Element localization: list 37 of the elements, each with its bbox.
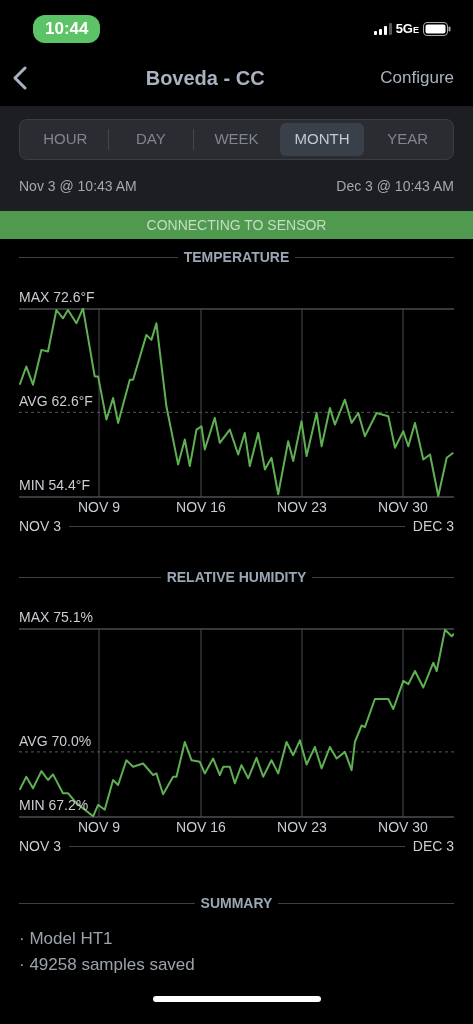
screen-title: Boveda - CC — [145, 66, 265, 91]
x-axis-label: NOV 23 — [277, 500, 327, 514]
period-tab[interactable]: HOUR — [23, 123, 108, 156]
x-axis-label: NOV 30 — [378, 820, 428, 834]
status-banner: CONNECTING TO SENSOR — [0, 211, 473, 239]
range-end-label: DEC 3 — [412, 519, 454, 533]
section-title: SUMMARY — [200, 894, 273, 913]
period-tab[interactable]: DAY — [108, 123, 194, 156]
avg-label: AVG 62.6°F — [19, 394, 93, 409]
section-title: TEMPERATURE — [183, 248, 290, 267]
period-tab[interactable]: MONTH — [279, 123, 365, 156]
configure-button[interactable]: Configure — [380, 65, 454, 91]
status-time: 10:44 — [33, 15, 101, 43]
range-start-label: NOV 3 — [19, 839, 61, 853]
max-label: MAX 72.6°F — [19, 290, 95, 304]
max-label: MAX 75.1% — [19, 610, 93, 624]
x-axis-label: NOV 9 — [78, 820, 120, 834]
x-axis-label: NOV 16 — [176, 820, 226, 834]
x-axis-label: NOV 23 — [277, 820, 327, 834]
range-end: Dec 3 @ 10:43 AM — [336, 177, 454, 196]
x-axis-label: NOV 30 — [378, 500, 428, 514]
section-title: RELATIVE HUMIDITY — [166, 568, 307, 587]
min-label: MIN 54.4°F — [19, 478, 90, 492]
period-tab[interactable]: WEEK — [194, 123, 279, 156]
battery-icon — [423, 22, 451, 36]
period-tab[interactable]: YEAR — [365, 123, 450, 156]
back-icon — [13, 66, 27, 91]
network-label: 5GE — [395, 20, 419, 39]
x-axis-label: NOV 9 — [78, 500, 120, 514]
summary-item: · 49258 samples saved — [19, 954, 196, 976]
avg-label: AVG 70.0% — [19, 733, 92, 748]
range-end-label: DEC 3 — [412, 839, 454, 853]
range-start-label: NOV 3 — [19, 519, 61, 533]
range-start: Nov 3 @ 10:43 AM — [19, 177, 137, 196]
summary-item: · Model HT1 — [19, 928, 114, 950]
x-axis-label: NOV 16 — [176, 500, 226, 514]
signal-icon — [373, 23, 392, 35]
